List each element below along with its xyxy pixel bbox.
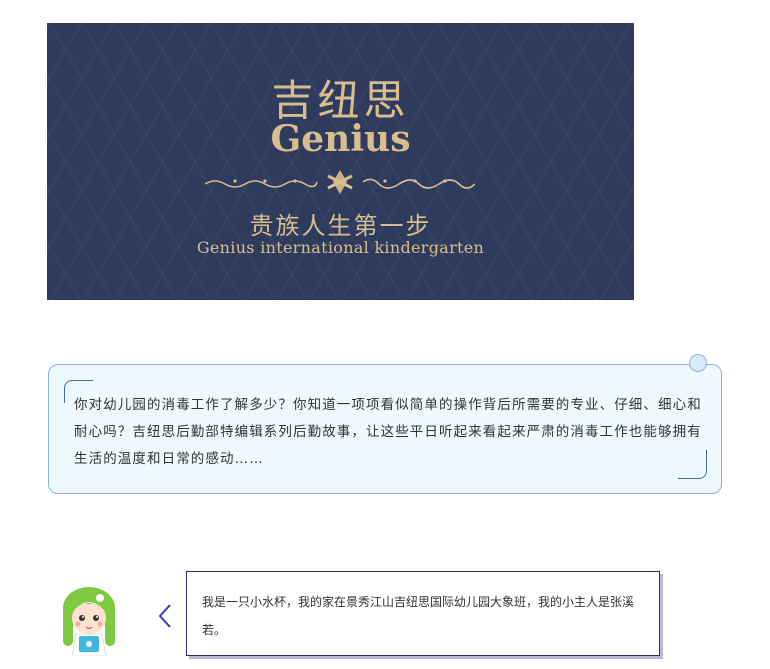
intro-box: 你对幼儿园的消毒工作了解多少？你知道一项项看似简单的操作背后所需要的专业、仔细、… [48,354,722,494]
banner-en-title: Genius [270,118,411,160]
intro-text: 你对幼儿园的消毒工作了解多少？你知道一项项看似简单的操作背后所需要的专业、仔细、… [74,397,702,467]
speech-box: 我是一只小水杯，我的家在景秀江山吉纽思国际幼儿园大象班，我的小主人是张溪若。 [186,571,660,656]
decorative-dot-icon [689,354,707,372]
cartoon-girl-avatar-icon [63,587,115,656]
banner-subtitle: Genius international kindergarten [196,238,485,257]
chevron-left-icon [158,604,171,628]
header-banner: 吉纽思 Genius 贵族人生第一步 Genius international … [47,23,634,300]
ornament-divider-icon [205,170,475,194]
speech-text: 我是一只小水杯，我的家在景秀江山吉纽思国际幼儿园大象班，我的小主人是张溪若。 [202,595,635,637]
banner-slogan: 贵族人生第一步 [249,212,432,240]
